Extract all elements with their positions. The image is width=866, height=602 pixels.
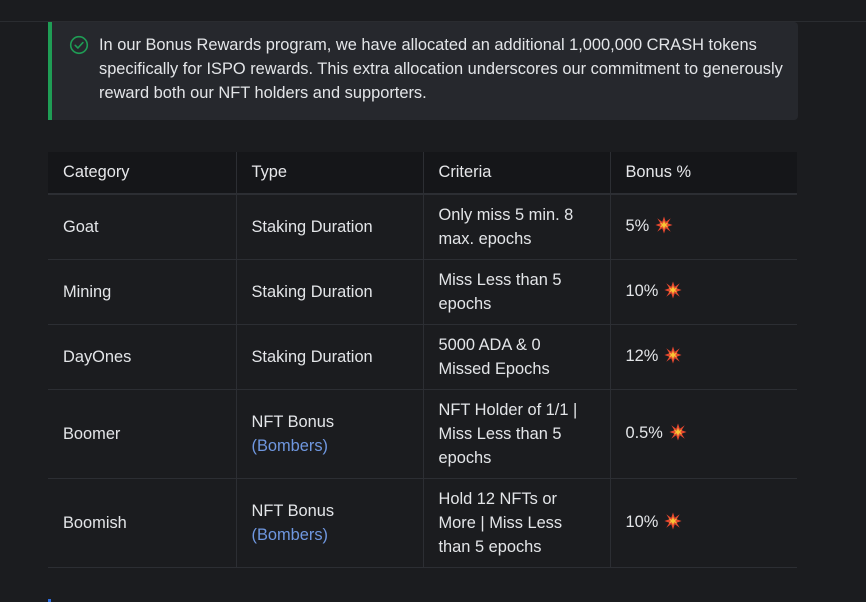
- cell-type: NFT Bonus (Bombers): [235, 478, 423, 568]
- cell-category: Mining: [48, 259, 236, 325]
- bombers-link[interactable]: (Bombers): [252, 437, 329, 455]
- collision-icon: [669, 422, 687, 448]
- table-row: Boomish NFT Bonus (Bombers) Hold 12 NFTs …: [48, 478, 797, 568]
- hint-text: In our Bonus Rewards program, we have al…: [99, 36, 783, 102]
- table-row: DayOnes Staking Duration 5000 ADA & 0 Mi…: [48, 324, 797, 390]
- collision-icon: [664, 345, 682, 371]
- cell-type: Staking Duration: [235, 259, 423, 325]
- header-bonus: Bonus %: [609, 152, 797, 195]
- cell-category: DayOnes: [48, 324, 236, 390]
- bonus-value: 0.5%: [625, 423, 663, 442]
- cell-category: Boomish: [48, 478, 236, 568]
- table-row: Goat Staking Duration Only miss 5 min. 8…: [48, 194, 797, 260]
- cell-criteria: 5000 ADA & 0 Missed Epochs: [422, 324, 610, 390]
- header-criteria: Criteria: [422, 152, 610, 195]
- cell-bonus: 0.5%: [609, 389, 797, 479]
- header-category: Category: [48, 152, 236, 195]
- cell-category: Goat: [48, 194, 236, 260]
- check-circle-icon: [69, 35, 89, 55]
- bonus-value: 10%: [625, 512, 659, 531]
- collision-icon: [664, 280, 682, 306]
- type-label: NFT Bonus: [251, 413, 335, 431]
- cell-bonus: 10%: [609, 478, 797, 568]
- bonus-value: 5%: [625, 216, 650, 235]
- collision-icon: [655, 215, 673, 241]
- type-label: NFT Bonus: [251, 502, 335, 520]
- table-header-row: Category Type Criteria Bonus %: [48, 152, 797, 195]
- cell-criteria: NFT Holder of 1/1 | Miss Less than 5 epo…: [422, 389, 610, 479]
- cell-type: NFT Bonus (Bombers): [235, 389, 423, 479]
- cell-criteria: Miss Less than 5 epochs: [422, 259, 610, 325]
- cell-bonus: 12%: [609, 324, 797, 390]
- table-row: Boomer NFT Bonus (Bombers) NFT Holder of …: [48, 389, 797, 479]
- cell-criteria: Only miss 5 min. 8 max. epochs: [422, 194, 610, 260]
- success-hint-callout: In our Bonus Rewards program, we have al…: [48, 22, 798, 120]
- bonus-value: 12%: [625, 346, 659, 365]
- header-type: Type: [235, 152, 423, 195]
- bonus-value: 10%: [625, 281, 659, 300]
- cell-bonus: 5%: [609, 194, 797, 260]
- cell-bonus: 10%: [609, 259, 797, 325]
- bonus-table: Category Type Criteria Bonus % Goat Stak…: [48, 152, 797, 568]
- cell-category: Boomer: [48, 389, 236, 479]
- cell-type: Staking Duration: [235, 324, 423, 390]
- bombers-link[interactable]: (Bombers): [252, 526, 329, 544]
- table-row: Mining Staking Duration Miss Less than 5…: [48, 259, 797, 325]
- cell-criteria: Hold 12 NFTs or More | Miss Less than 5 …: [422, 478, 610, 568]
- collision-icon: [664, 511, 682, 537]
- cell-type: Staking Duration: [235, 194, 423, 260]
